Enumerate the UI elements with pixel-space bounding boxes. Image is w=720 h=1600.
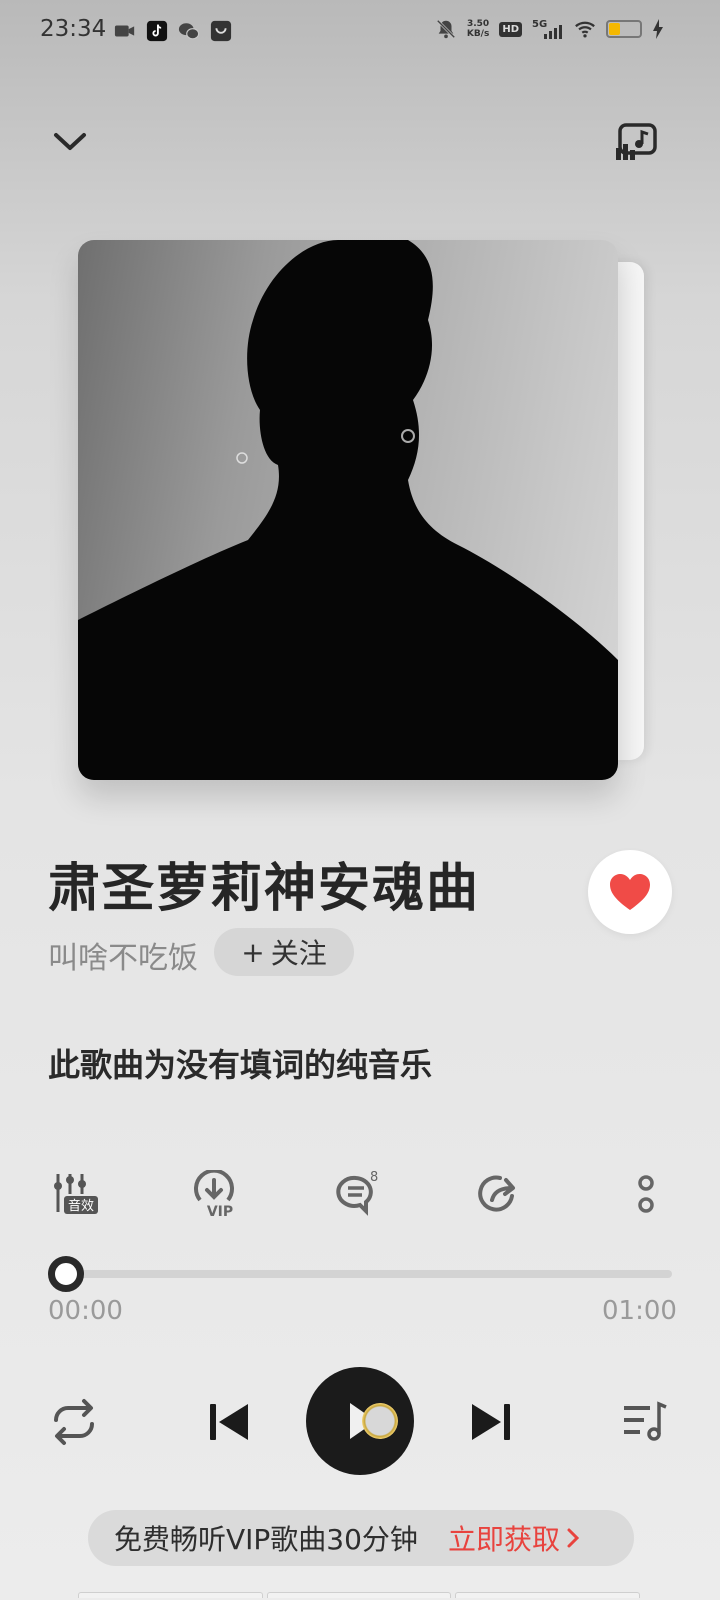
play-button[interactable] <box>306 1367 414 1475</box>
speed-value: 3.50 <box>466 19 490 29</box>
like-button[interactable] <box>588 850 672 934</box>
comment-icon: 8 <box>336 1170 378 1216</box>
sound-effect-label: 音效 <box>68 1198 94 1214</box>
download-vip-button[interactable]: VIP <box>190 1168 238 1220</box>
chevron-right-icon <box>567 1528 580 1548</box>
album-cover <box>78 240 618 780</box>
next-icon[interactable] <box>464 1396 516 1448</box>
follow-button[interactable]: + 关注 <box>214 928 354 976</box>
mute-bell-icon <box>436 19 456 39</box>
battery-level <box>609 23 620 35</box>
comment-count: 8 <box>370 1170 378 1185</box>
notification-icons <box>114 20 232 42</box>
total-time: 01:00 <box>602 1296 677 1326</box>
chevron-down-icon[interactable] <box>48 120 92 164</box>
sound-effect-button[interactable]: 音效 <box>52 1170 100 1218</box>
signal-icon: 5G <box>532 19 562 39</box>
follow-label: 关注 <box>270 937 327 970</box>
loading-indicator <box>362 1403 398 1439</box>
vip-action-label: 立即获取 <box>447 1523 560 1556</box>
vip-promo-text: 免费畅听VIP歌曲30分钟 <box>114 1523 418 1556</box>
bottom-tab-edges <box>78 1592 641 1598</box>
video-camera-icon <box>114 25 135 37</box>
network-type: 5G <box>532 19 547 30</box>
network-speed: 3.50 KB/s <box>467 19 489 39</box>
charging-icon <box>653 19 663 39</box>
more-icon <box>638 1175 654 1213</box>
vip-banner[interactable]: 免费畅听VIP歌曲30分钟 立即获取 <box>88 1510 634 1566</box>
download-vip-label: VIP <box>207 1204 233 1218</box>
download-vip-icon: VIP <box>194 1168 234 1220</box>
song-title: 肃圣萝莉神安魂曲 <box>48 859 481 919</box>
share-button[interactable] <box>474 1170 522 1218</box>
comments-button[interactable]: 8 <box>332 1170 380 1218</box>
hd-badge: HD <box>499 21 522 37</box>
system-indicators: 3.50 KB/s HD 5G <box>435 18 664 40</box>
more-button[interactable] <box>622 1170 670 1218</box>
battery-icon <box>606 20 642 38</box>
wechat-icon <box>178 23 200 40</box>
status-time: 23:34 <box>40 16 107 42</box>
current-time: 00:00 <box>48 1296 123 1326</box>
previous-icon[interactable] <box>204 1396 256 1448</box>
speed-unit: KB/s <box>466 29 490 39</box>
album-cover-silhouette <box>78 240 618 780</box>
wifi-icon <box>575 21 595 38</box>
music-cast-icon[interactable] <box>614 122 658 162</box>
tiktok-icon <box>146 20 168 42</box>
artist-name[interactable]: 叫啥不吃饭 <box>48 933 198 977</box>
plus-icon: + <box>241 935 265 969</box>
equalizer-icon: 音效 <box>54 1174 98 1214</box>
progress-bar[interactable] <box>64 1270 672 1278</box>
vip-action-link[interactable]: 立即获取 <box>448 1518 580 1558</box>
share-icon <box>478 1175 515 1212</box>
status-bar: 23:34 3.50 KB/s HD 5G <box>0 0 720 64</box>
shopping-bag-icon <box>210 20 232 42</box>
repeat-icon[interactable] <box>48 1396 100 1448</box>
progress-thumb[interactable] <box>48 1256 84 1292</box>
playlist-icon[interactable] <box>620 1396 672 1448</box>
heart-icon <box>610 874 650 910</box>
lyrics-note: 此歌曲为没有填词的纯音乐 <box>48 1046 433 1084</box>
